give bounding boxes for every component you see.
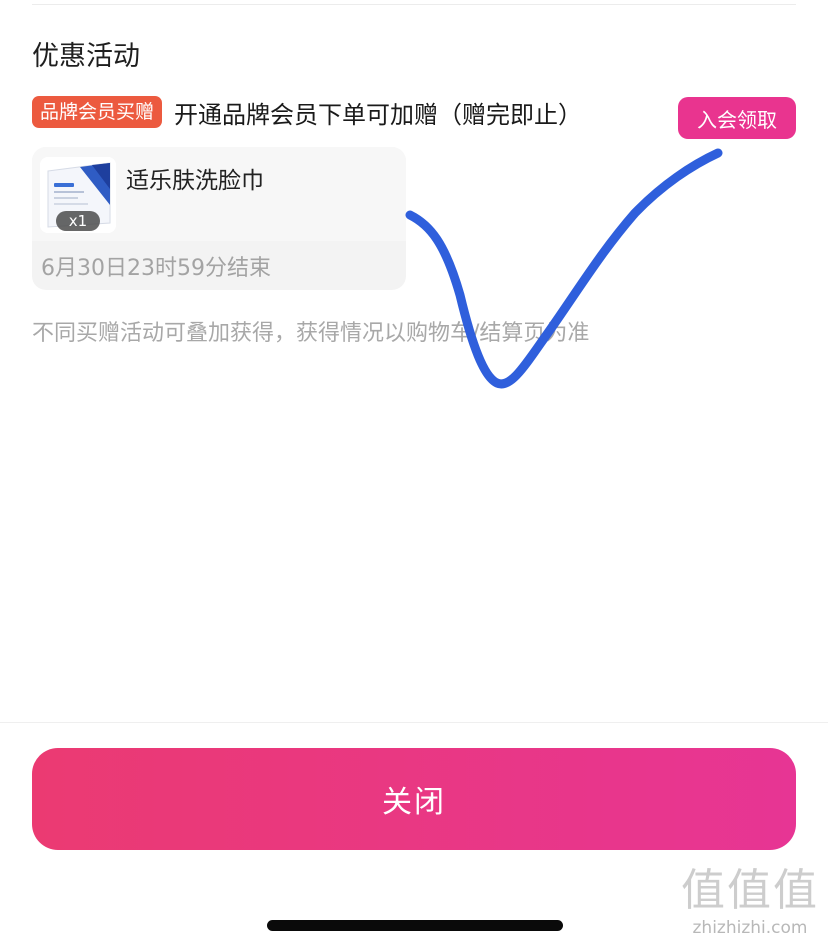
bottom-divider bbox=[0, 722, 828, 723]
top-divider bbox=[32, 4, 796, 5]
section-title: 优惠活动 bbox=[32, 41, 140, 72]
gift-name: 适乐肤洗脸巾 bbox=[126, 168, 264, 194]
promo-row: 品牌会员买赠 开通品牌会员下单可加赠（赠完即止） bbox=[32, 96, 583, 129]
join-membership-button[interactable]: 入会领取 bbox=[678, 97, 796, 139]
watermark-glyphs: 值值值 bbox=[681, 865, 819, 916]
quantity-badge: x1 bbox=[56, 211, 100, 231]
watermark-logo: 值值值 zhizhizhi.com bbox=[676, 864, 824, 944]
product-thumbnail[interactable]: x1 bbox=[40, 157, 116, 233]
watermark-url: zhizhizhi.com bbox=[692, 918, 808, 938]
gift-end-time: 6月30日23时59分结束 bbox=[41, 256, 271, 281]
hand-drawn-checkmark-icon bbox=[405, 148, 723, 389]
promo-tag-badge: 品牌会员买赠 bbox=[32, 96, 163, 128]
stacking-note: 不同买赠活动可叠加获得，获得情况以购物车/结算页为准 bbox=[32, 321, 590, 346]
promo-description: 开通品牌会员下单可加赠（赠完即止） bbox=[174, 100, 583, 129]
close-button[interactable]: 关闭 bbox=[32, 748, 796, 850]
gift-card[interactable]: x1 适乐肤洗脸巾 6月30日23时59分结束 bbox=[32, 147, 406, 290]
home-indicator[interactable] bbox=[267, 920, 563, 931]
